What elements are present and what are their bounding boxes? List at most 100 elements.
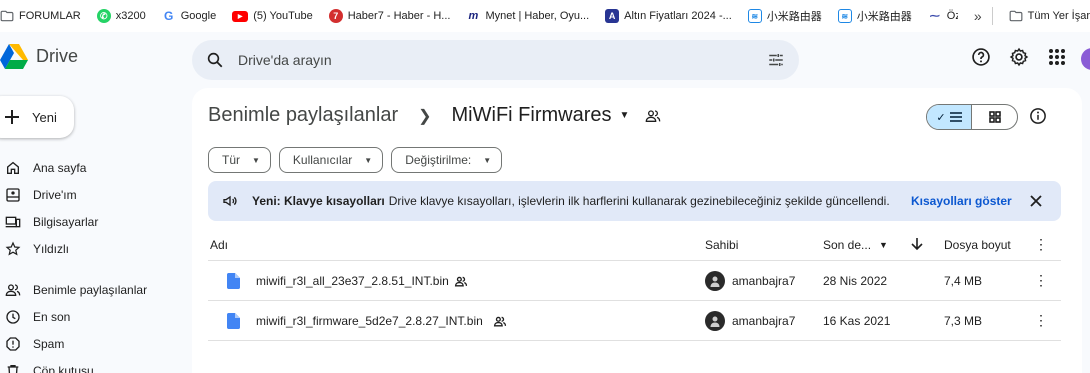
header-actions <box>970 46 1068 68</box>
bookmarks-bar: FORUMLAR ✆ x3200 G Google ▶ (5) YouTube … <box>0 0 1090 32</box>
avatar <box>705 271 725 291</box>
modified-date: 28 Nis 2022 <box>823 274 888 288</box>
chevron-right-icon: ❯ <box>418 107 432 125</box>
sidebar-item-recent[interactable]: En son <box>0 303 185 330</box>
bookmark-x3200[interactable]: ✆ x3200 <box>89 0 154 32</box>
column-owner[interactable]: Sahibi <box>705 238 738 252</box>
drive-logo[interactable]: Drive <box>0 44 78 69</box>
plus-icon <box>5 110 19 124</box>
google-icon: G <box>161 9 176 23</box>
search-icon[interactable] <box>206 51 224 69</box>
sidebar-item-label: En son <box>33 309 71 324</box>
column-size[interactable]: Dosya boyut <box>944 238 1011 252</box>
sidebar-item-trash[interactable]: Çöp kutusu <box>0 357 185 373</box>
filter-label: Tür <box>222 153 240 167</box>
folder-icon <box>1009 10 1023 22</box>
bookmark-google[interactable]: G Google <box>154 0 224 32</box>
youtube-icon: ▶ <box>232 10 249 22</box>
sidebar-item-my-drive[interactable]: Drive'ım <box>0 181 185 208</box>
breadcrumb-parent[interactable]: Benimle paylaşılanlar <box>208 104 398 127</box>
modified-filter[interactable]: Değiştirilme: ▼ <box>391 147 503 173</box>
banner-title: Yeni: Klavye kısayolları <box>252 194 385 208</box>
column-modified[interactable]: Son de... <box>823 238 871 252</box>
more-vert-icon[interactable]: ⋮ <box>1034 236 1048 253</box>
sidebar-item-computers[interactable]: Bilgisayarlar <box>0 208 185 235</box>
check-icon: ✓ <box>936 111 946 124</box>
sidebar-item-starred[interactable]: Yıldızlı <box>0 235 185 262</box>
sidebar-item-shared-with-me[interactable]: Benimle paylaşılanlar <box>0 276 185 303</box>
shared-people-icon <box>646 109 661 122</box>
grid-view-button[interactable] <box>972 105 1017 129</box>
new-button[interactable]: Yeni <box>0 96 74 138</box>
all-bookmarks-label: Tüm Yer İşar <box>1027 10 1090 22</box>
breadcrumb: Benimle paylaşılanlar ❯ MiWiFi Firmwares… <box>208 104 661 127</box>
sidebar-item-label: Yıldızlı <box>33 241 70 256</box>
sidebar-item-label: Benimle paylaşılanlar <box>33 282 148 297</box>
view-toggle: ✓ <box>926 104 1018 130</box>
table-header: Adı Sahibi Son de... ▼ Dosya boyut ⋮ <box>208 228 1061 261</box>
main-panel: Benimle paylaşılanlar ❯ MiWiFi Firmwares… <box>192 88 1082 373</box>
info-icon[interactable] <box>1029 107 1047 125</box>
spam-icon <box>6 336 20 351</box>
column-name[interactable]: Adı <box>210 238 228 252</box>
file-name[interactable]: miwifi_r3l_firmware_5d2e7_2.8.27_INT.bin <box>256 314 483 328</box>
file-size: 7,3 MB <box>944 314 983 328</box>
people-filter[interactable]: Kullanıcılar ▼ <box>278 147 384 173</box>
whatsapp-icon: ✆ <box>96 9 111 23</box>
grid-icon <box>988 111 1001 123</box>
search-input[interactable] <box>238 40 738 80</box>
modified-date: 16 Kas 2021 <box>823 314 891 328</box>
avatar-image <box>710 276 720 287</box>
file-name[interactable]: miwifi_r3l_all_23e37_2.8.51_INT.bin <box>256 274 449 288</box>
avatar <box>705 311 725 331</box>
shared-people-icon <box>5 283 21 296</box>
caret-down-icon: ▼ <box>252 155 260 165</box>
clock-icon <box>6 309 20 324</box>
type-filter[interactable]: Tür ▼ <box>208 147 271 173</box>
caret-down-icon: ▼ <box>364 155 373 165</box>
arrow-down-icon[interactable] <box>910 237 924 251</box>
bookmarks-right: » Tüm Yer İşar <box>957 0 1090 32</box>
more-vert-icon[interactable]: ⋮ <box>1034 272 1048 289</box>
search-bar[interactable] <box>192 40 799 80</box>
altin-icon: A <box>605 9 620 23</box>
caret-down-icon: ▼ <box>483 155 492 165</box>
bookmark-haber7[interactable]: 7 Haber7 - Haber - H... <box>321 0 459 32</box>
computers-icon <box>5 216 21 227</box>
search-options-icon[interactable] <box>767 51 785 69</box>
show-shortcuts-link[interactable]: Kısayolları göster <box>911 194 1012 208</box>
bookmark-label: 小米路由器 <box>766 11 822 23</box>
breadcrumb-current[interactable]: MiWiFi Firmwares ▼ <box>452 104 630 127</box>
filter-label: Kullanıcılar <box>292 153 353 167</box>
filter-chips: Tür ▼ Kullanıcılar ▼ Değiştirilme: ▼ <box>208 147 503 173</box>
table-row[interactable]: miwifi_r3l_all_23e37_2.8.51_INT.bin aman… <box>208 261 1061 301</box>
banner-text: Drive klavye kısayolları, işlevlerin ilk… <box>388 194 890 208</box>
bookmark-youtube[interactable]: ▶ (5) YouTube <box>224 0 321 32</box>
bookmark-router-2[interactable]: ≋ 小米路由器 <box>830 0 920 32</box>
account-avatar[interactable] <box>1081 48 1090 70</box>
bookmark-router-1[interactable]: ≋ 小米路由器 <box>740 0 830 32</box>
star-icon <box>5 241 21 256</box>
more-vert-icon[interactable]: ⋮ <box>1034 312 1048 329</box>
sidebar-item-label: Drive'ım <box>33 187 77 202</box>
settings-icon[interactable] <box>1008 46 1030 68</box>
divider <box>991 7 993 25</box>
sidebar-item-label: Ana sayfa <box>33 160 87 175</box>
bookmark-altin[interactable]: A Altın Fiyatları 2024 -... <box>597 0 740 32</box>
shared-people-icon <box>454 276 468 287</box>
close-icon[interactable] <box>1028 193 1044 209</box>
caret-down-icon[interactable]: ▼ <box>879 240 888 250</box>
list-view-button[interactable]: ✓ <box>927 105 973 129</box>
bookmark-mynet[interactable]: m Mynet | Haber, Oyu... <box>458 0 597 32</box>
help-icon[interactable] <box>970 46 992 68</box>
my-drive-icon <box>6 187 20 202</box>
bookmark-forumlar[interactable]: FORUMLAR <box>0 0 89 32</box>
filter-label: Değiştirilme: <box>405 153 472 167</box>
apps-grid-icon[interactable] <box>1046 46 1068 68</box>
sidebar-item-home[interactable]: Ana sayfa <box>0 154 185 181</box>
bookmarks-overflow-button[interactable]: » <box>964 8 992 24</box>
sidebar-item-spam[interactable]: Spam <box>0 330 185 357</box>
all-bookmarks-button[interactable]: Tüm Yer İşar <box>1001 0 1090 32</box>
table-row[interactable]: miwifi_r3l_firmware_5d2e7_2.8.27_INT.bin… <box>208 301 1061 341</box>
